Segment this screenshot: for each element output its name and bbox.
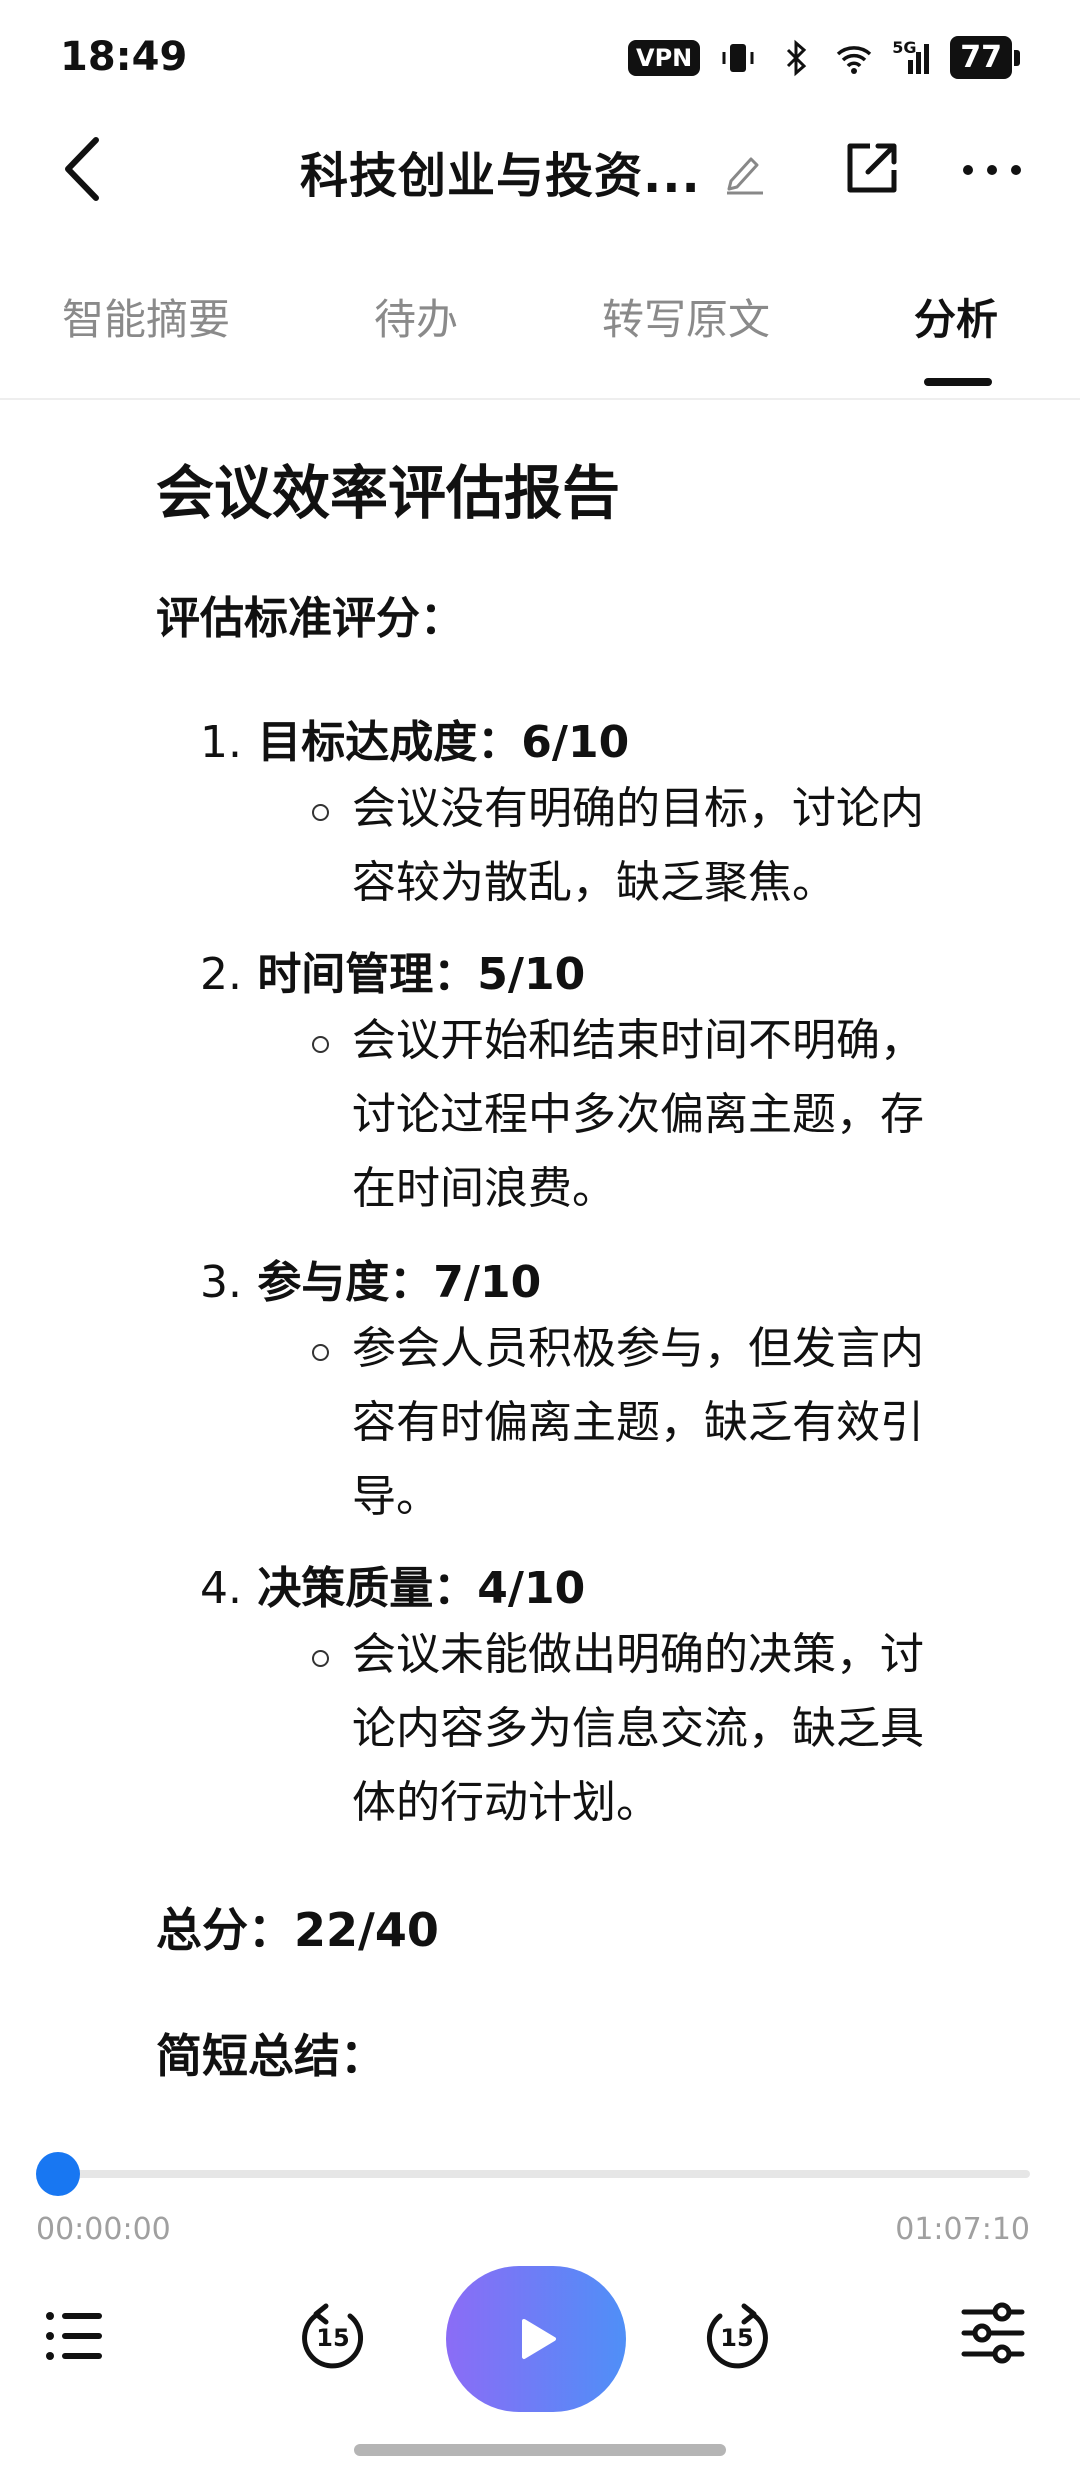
signal-icon: 5G <box>892 38 932 78</box>
status-icons: VPN 5G 77 <box>628 36 1020 79</box>
back-button[interactable] <box>56 134 116 204</box>
play-button[interactable] <box>446 2266 626 2412</box>
home-indicator[interactable] <box>354 2444 726 2456</box>
network-type-label: 5G <box>892 37 917 57</box>
tab-transcript[interactable]: 转写原文 <box>602 286 770 347</box>
vpn-badge: VPN <box>628 39 701 76</box>
playback-settings-button[interactable] <box>960 2300 1026 2370</box>
criterion-item: 4. 决策质量：4/10 <box>200 1552 585 1616</box>
pencil-icon <box>726 157 763 195</box>
bullet-marker <box>312 804 329 821</box>
criterion-detail: 参会人员积极参与，但发言内 容有时偏离主题，缺乏有效引 导。 <box>352 1312 1012 1534</box>
criterion-item: 2. 时间管理：5/10 <box>200 938 585 1002</box>
active-tab-indicator <box>924 378 992 386</box>
tab-todo[interactable]: 待办 <box>374 286 458 347</box>
detail-line: 体的行动计划。 <box>352 1777 660 1828</box>
criterion-number: 3. <box>200 1257 242 1308</box>
detail-line: 会议未能做出明确的决策，讨 <box>352 1629 924 1680</box>
total-score: 总分：22/40 <box>156 1903 439 1957</box>
play-icon <box>522 2319 556 2359</box>
detail-line: 参会人员积极参与，但发言内 <box>352 1323 924 1374</box>
chapter-list-button[interactable] <box>44 2306 104 2370</box>
criterion-number: 2. <box>200 949 242 1000</box>
more-button[interactable] <box>960 138 1024 202</box>
status-time: 18:49 <box>60 34 188 80</box>
skip-back-label: 15 <box>316 2324 349 2352</box>
criterion-detail: 会议没有明确的目标，讨论内 容较为散乱，缺乏聚焦。 <box>352 772 1012 920</box>
report-title: 会议效率评估报告 <box>156 459 621 527</box>
criterion-item: 1. 目标达成度：6/10 <box>200 706 629 770</box>
bluetooth-icon <box>776 38 816 78</box>
detail-line: 讨论过程中多次偏离主题，存 <box>352 1089 924 1140</box>
vibrate-icon <box>718 38 758 78</box>
sliders-icon <box>961 2302 1025 2364</box>
detail-line: 论内容多为信息交流，缺乏具 <box>352 1703 924 1754</box>
detail-line: 在时间浪费。 <box>352 1163 616 1214</box>
criterion-item: 3. 参与度：7/10 <box>200 1246 541 1310</box>
status-bar: 18:49 VPN 5G 77 <box>0 0 1080 120</box>
summary-heading: 简短总结： <box>156 2029 386 2083</box>
criterion-number: 4. <box>200 1563 242 1614</box>
skip-forward-label: 15 <box>720 2324 753 2352</box>
criterion-number: 1. <box>200 717 242 768</box>
edit-title-button[interactable] <box>721 147 769 195</box>
share-button[interactable] <box>840 136 904 200</box>
bullet-marker <box>312 1036 329 1053</box>
criterion-detail: 会议开始和结束时间不明确， 讨论过程中多次偏离主题，存 在时间浪费。 <box>352 1004 1012 1226</box>
skip-back-button[interactable]: 15 <box>298 2300 368 2374</box>
criteria-heading: 评估标准评分： <box>156 593 464 644</box>
rewind-15-icon: 15 <box>302 2303 364 2369</box>
detail-line: 会议没有明确的目标，讨论内 <box>352 783 924 834</box>
tab-analysis[interactable]: 分析 <box>914 286 998 347</box>
playback-progress-handle[interactable] <box>36 2152 80 2196</box>
criterion-title: 目标达成度：6/10 <box>257 717 630 768</box>
chevron-left-icon <box>65 137 99 201</box>
playback-progress-track[interactable] <box>58 2170 1030 2178</box>
title-area: 科技创业与投资... <box>300 136 769 206</box>
playback-controls: 15 15 <box>0 2260 1080 2420</box>
wifi-icon <box>834 38 874 78</box>
detail-line: 会议开始和结束时间不明确， <box>352 1015 924 1066</box>
bullet-marker <box>312 1344 329 1361</box>
skip-forward-button[interactable]: 15 <box>702 2300 772 2374</box>
tab-smart-summary[interactable]: 智能摘要 <box>62 286 230 347</box>
forward-15-icon: 15 <box>706 2303 768 2369</box>
bullet-marker <box>312 1650 329 1667</box>
criterion-detail: 会议未能做出明确的决策，讨 论内容多为信息交流，缺乏具 体的行动计划。 <box>352 1618 1012 1840</box>
detail-line: 导。 <box>352 1471 440 1522</box>
detail-line: 容较为散乱，缺乏聚焦。 <box>352 857 836 908</box>
top-navigation-bar: 科技创业与投资... <box>0 120 1080 220</box>
more-dots-icon <box>963 165 1021 175</box>
battery-indicator: 77 <box>950 36 1020 79</box>
current-time: 00:00:00 <box>36 2212 171 2247</box>
tab-bar: 智能摘要 待办 转写原文 分析 <box>0 270 1080 400</box>
list-icon <box>46 2312 102 2360</box>
criterion-title: 参与度：7/10 <box>257 1257 542 1308</box>
share-icon <box>847 143 897 193</box>
detail-line: 容有时偏离主题，缺乏有效引 <box>352 1397 924 1448</box>
tab-divider <box>0 398 1080 400</box>
criterion-title: 决策质量：4/10 <box>257 1563 586 1614</box>
total-duration: 01:07:10 <box>895 2212 1030 2247</box>
criterion-title: 时间管理：5/10 <box>257 949 586 1000</box>
page-title: 科技创业与投资... <box>300 148 701 204</box>
